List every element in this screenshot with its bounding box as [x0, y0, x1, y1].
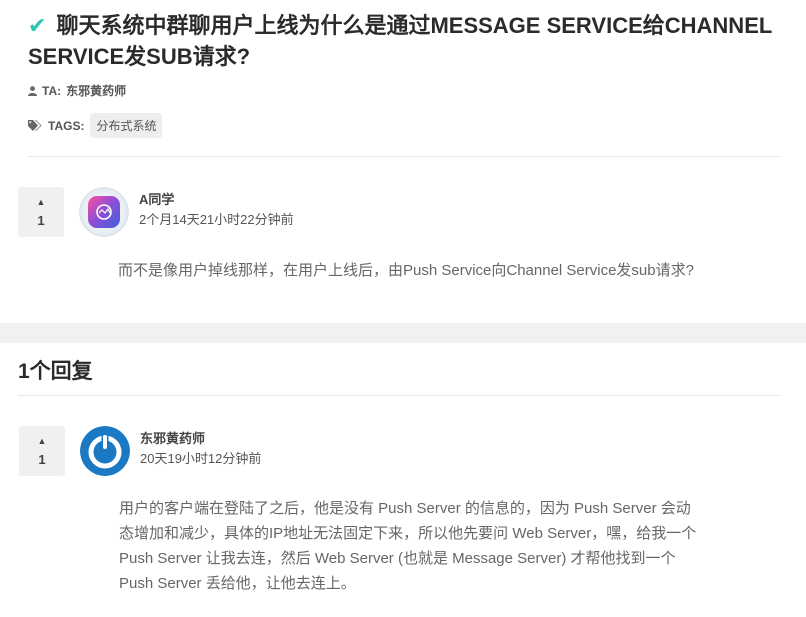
question-title-text: 聊天系统中群聊用户上线为什么是通过MESSAGE SERVICE给CHANNEL… — [28, 13, 772, 69]
user-icon — [28, 85, 37, 96]
question-author[interactable]: A同学 — [139, 189, 174, 208]
question-time: 2个月14天21小时22分钟前 — [139, 212, 294, 227]
title-divider — [28, 156, 781, 157]
reply-body-line: Push Server 让我去连，然后 Web Server (也就是 Mess… — [119, 550, 676, 567]
question-vote-box[interactable]: ▲ 1 — [18, 187, 64, 237]
tags-label: TAGS: — [48, 118, 85, 133]
avatar[interactable] — [79, 187, 129, 237]
ta-label: TA: — [42, 83, 62, 98]
question-ta: TA: 东邪黄药师 — [28, 82, 126, 99]
avatar[interactable] — [80, 426, 130, 476]
replies-divider — [18, 395, 781, 396]
tag-pill[interactable]: 分布式系统 — [90, 113, 163, 138]
question-body: 而不是像用户掉线那样，在用户上线后，由Push Service向Channel … — [118, 262, 694, 279]
question-tags: TAGS: 分布式系统 — [28, 113, 163, 138]
reply-vote-box[interactable]: ▲ 1 — [19, 426, 65, 476]
reply-body: 用户的客户端在登陆了之后，他是没有 Push Server 的信息的，因为 Pu… — [119, 496, 779, 596]
question-vote-count: 1 — [37, 212, 45, 228]
reply-author[interactable]: 东邪黄药师 — [140, 428, 205, 447]
tags-icon — [28, 120, 42, 131]
ta-name-link[interactable]: 东邪黄药师 — [66, 82, 126, 99]
section-separator — [0, 323, 806, 343]
upvote-arrow-icon[interactable]: ▲ — [38, 436, 47, 446]
power-icon — [80, 426, 130, 476]
reply-vote-count: 1 — [38, 451, 46, 467]
reply-body-line: 用户的客户端在登陆了之后，他是没有 Push Server 的信息的，因为 Pu… — [119, 500, 691, 517]
question-title: ✔ 聊天系统中群聊用户上线为什么是通过MESSAGE SERVICE给CHANNE… — [28, 10, 798, 72]
reply-body-line: 态增加和减少，具体的IP地址无法固定下来，所以他先要问 Web Server，嘿… — [119, 525, 697, 542]
reply-body-line: Push Server 丢给他，让他去连上。 — [119, 575, 356, 592]
avatar-image — [79, 187, 129, 237]
replies-heading: 1个回复 — [18, 360, 93, 383]
reply-time: 20天19小时12分钟前 — [140, 451, 262, 466]
check-icon: ✔ — [28, 13, 47, 38]
upvote-arrow-icon[interactable]: ▲ — [37, 197, 46, 207]
